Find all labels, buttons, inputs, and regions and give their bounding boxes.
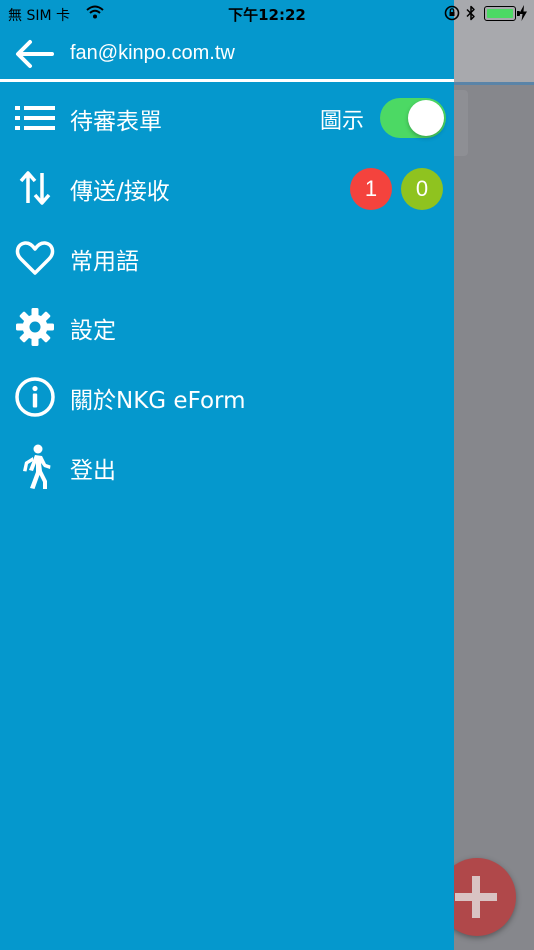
menu-item-label: 常用語 [70, 249, 139, 275]
menu-item-label: 傳送/接收 [70, 179, 170, 205]
icon-display-label: 圖示 [320, 109, 365, 134]
navigation-drawer: fan@kinpo.com.tw 待審表單 圖示 傳送/接收 1 0 常用語 設… [0, 0, 454, 950]
back-button[interactable] [14, 38, 56, 70]
user-email: fan@kinpo.com.tw [70, 42, 235, 64]
menu-item-label: 待審表單 [70, 109, 162, 135]
header-divider [0, 79, 454, 82]
status-bar: 無 SIM 卡 下午12:22 [0, 0, 534, 28]
menu-item-logout[interactable]: 登出 [0, 435, 454, 499]
sent-count-badge: 1 [350, 168, 392, 210]
rotation-lock-icon [444, 5, 460, 25]
menu-item-label: 關於NKG eForm [70, 388, 246, 414]
menu-item-common-phrases[interactable]: 常用語 [0, 226, 454, 290]
gear-icon [14, 306, 56, 348]
menu-item-label: 登出 [70, 458, 116, 484]
icon-display-toggle[interactable] [380, 98, 446, 138]
menu-item-label: 設定 [70, 318, 116, 344]
walking-person-icon [14, 444, 56, 489]
received-count-badge: 0 [401, 168, 443, 210]
toggle-knob [408, 100, 444, 136]
menu-item-about[interactable]: 關於NKG eForm [0, 365, 454, 429]
list-icon [14, 97, 56, 139]
back-arrow-icon [16, 40, 54, 68]
info-icon [14, 376, 56, 418]
heart-icon [14, 237, 56, 279]
battery-icon [484, 6, 520, 21]
background-content [454, 85, 534, 950]
charging-icon [519, 5, 527, 25]
sort-arrows-icon [14, 167, 56, 209]
menu-item-settings[interactable]: 設定 [0, 295, 454, 359]
bluetooth-icon [466, 5, 476, 25]
